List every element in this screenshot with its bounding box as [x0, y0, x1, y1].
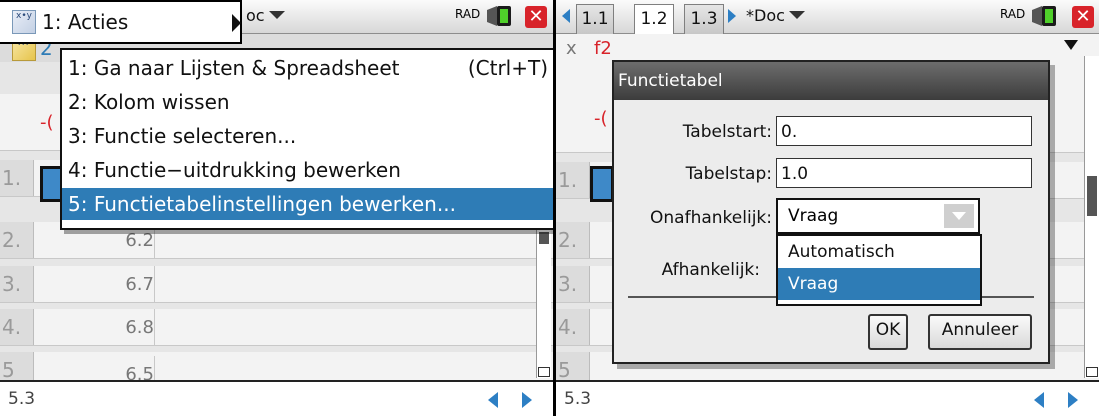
independent-dropdown-list: Automatisch Vraag	[776, 234, 982, 306]
row-number: 1.	[0, 160, 34, 196]
row-number: 2.	[556, 222, 590, 258]
table-row: 3. 6.7	[0, 266, 553, 303]
row-number: 3.	[0, 266, 34, 302]
angle-mode-label: RAD	[455, 7, 481, 21]
close-icon[interactable]: ✕	[1072, 6, 1094, 28]
status-value: 5.3	[8, 389, 36, 409]
close-icon[interactable]: ✕	[525, 6, 547, 28]
row-number: 4.	[556, 309, 590, 345]
cell-value[interactable]: 6.7	[80, 266, 155, 302]
table-start-label: Tabelstart:	[682, 122, 772, 142]
tab-1-3[interactable]: 1.3	[684, 4, 724, 34]
battery-icon	[1042, 6, 1056, 26]
status-bar: 5.3	[556, 380, 1099, 416]
scroll-down-icon[interactable]	[1086, 367, 1098, 377]
table-row: 5 6.5	[0, 352, 553, 386]
chevron-down-icon[interactable]	[944, 204, 974, 228]
dialog-title: Functietabel	[614, 62, 1048, 100]
nav-left-icon[interactable]	[488, 392, 498, 408]
table-row: 4. 6.8	[0, 309, 553, 346]
menu-item-clear-column[interactable]: 2: Kolom wissen	[62, 86, 553, 118]
scroll-down-icon[interactable]	[538, 367, 550, 377]
column-menu-icon[interactable]	[1064, 40, 1078, 50]
tab-right-arrow-icon[interactable]	[728, 9, 736, 23]
formula-cell: -(	[40, 112, 54, 133]
nav-left-icon[interactable]	[1034, 392, 1044, 408]
battery-icon	[497, 6, 511, 26]
row-number: 5	[556, 352, 590, 382]
independent-select[interactable]: Vraag	[776, 198, 980, 234]
actions-menu-title[interactable]: x•y 1: Acties	[0, 0, 242, 44]
option-automatisch[interactable]: Automatisch	[778, 236, 980, 268]
row-number: 5	[0, 352, 34, 382]
menu-item-goto-lists[interactable]: 1: Ga naar Lijsten & Spreadsheet (Ctrl+T…	[62, 52, 553, 84]
column-x-label: x	[566, 38, 577, 59]
actions-submenu: 1: Ga naar Lijsten & Spreadsheet (Ctrl+T…	[60, 48, 553, 230]
tab-1-2[interactable]: 1.2	[634, 4, 674, 35]
dual-screenshot: oc RAD ✕ XY 2 -( 1. 2. 6.2 3. 6.7 4. 6.8	[0, 0, 1099, 416]
dependent-label: Afhankelijk:	[661, 260, 760, 280]
table-step-label: Tabelstap:	[685, 164, 772, 184]
battery-cap-icon	[1032, 6, 1042, 26]
doc-title[interactable]: *Doc	[746, 6, 805, 25]
menu-item-table-settings[interactable]: 5: Functietabelinstellingen bewerken...	[62, 188, 553, 220]
row-number: 3.	[556, 266, 590, 302]
status-value: 5.3	[564, 389, 592, 409]
calculator-app-icon: x•y	[12, 10, 36, 34]
row-number: 4.	[0, 309, 34, 345]
nav-right-icon[interactable]	[522, 392, 532, 408]
menu-item-edit-expression[interactable]: 4: Functie−uitdrukking bewerken	[62, 154, 553, 186]
menu-item-select-function[interactable]: 3: Functie selecteren...	[62, 120, 553, 152]
row-number: 2.	[0, 222, 34, 258]
tab-left-arrow-icon[interactable]	[562, 9, 570, 23]
right-screen: 1.1 1.2 1.3 *Doc RAD ✕ x f2 -( 1. 2. 3.	[556, 0, 1099, 416]
ok-button[interactable]: OK	[868, 314, 908, 350]
scroll-thumb[interactable]	[539, 232, 549, 244]
chevron-down-icon	[268, 11, 285, 19]
table-start-input[interactable]: 0.	[776, 116, 1032, 146]
status-bar: 5.3	[0, 380, 553, 416]
submenu-arrow-icon	[232, 14, 241, 32]
table-step-input[interactable]: 1.0	[776, 158, 1032, 188]
right-top-bar: 1.1 1.2 1.3 *Doc RAD ✕	[556, 0, 1099, 35]
row-number: 1.	[556, 162, 590, 198]
cancel-button[interactable]: Annuleer	[928, 314, 1032, 350]
shortcut-label: (Ctrl+T)	[467, 56, 548, 80]
chevron-down-icon	[788, 11, 805, 19]
scrollbar[interactable]	[1084, 56, 1099, 378]
column-f-label: f2	[594, 38, 612, 59]
formula-cell: -(	[594, 108, 608, 129]
angle-mode-label: RAD	[1000, 7, 1026, 21]
cell-value[interactable]: 6.8	[80, 309, 155, 345]
function-table-dialog: Functietabel Tabelstart: 0. Tabelstap: 1…	[612, 60, 1050, 364]
doc-title-fragment[interactable]: oc	[246, 6, 285, 25]
menu-title-label: 1: Acties	[42, 10, 129, 34]
selected-cell[interactable]	[590, 166, 614, 202]
tab-1-1[interactable]: 1.1	[576, 4, 614, 34]
scroll-thumb[interactable]	[1087, 176, 1097, 216]
scrollbar[interactable]	[536, 230, 551, 378]
left-screen: oc RAD ✕ XY 2 -( 1. 2. 6.2 3. 6.7 4. 6.8	[0, 0, 553, 416]
independent-label: Onafhankelijk:	[650, 208, 772, 228]
nav-right-icon[interactable]	[1068, 392, 1078, 408]
option-vraag[interactable]: Vraag	[778, 268, 980, 300]
battery-cap-icon	[487, 6, 497, 26]
